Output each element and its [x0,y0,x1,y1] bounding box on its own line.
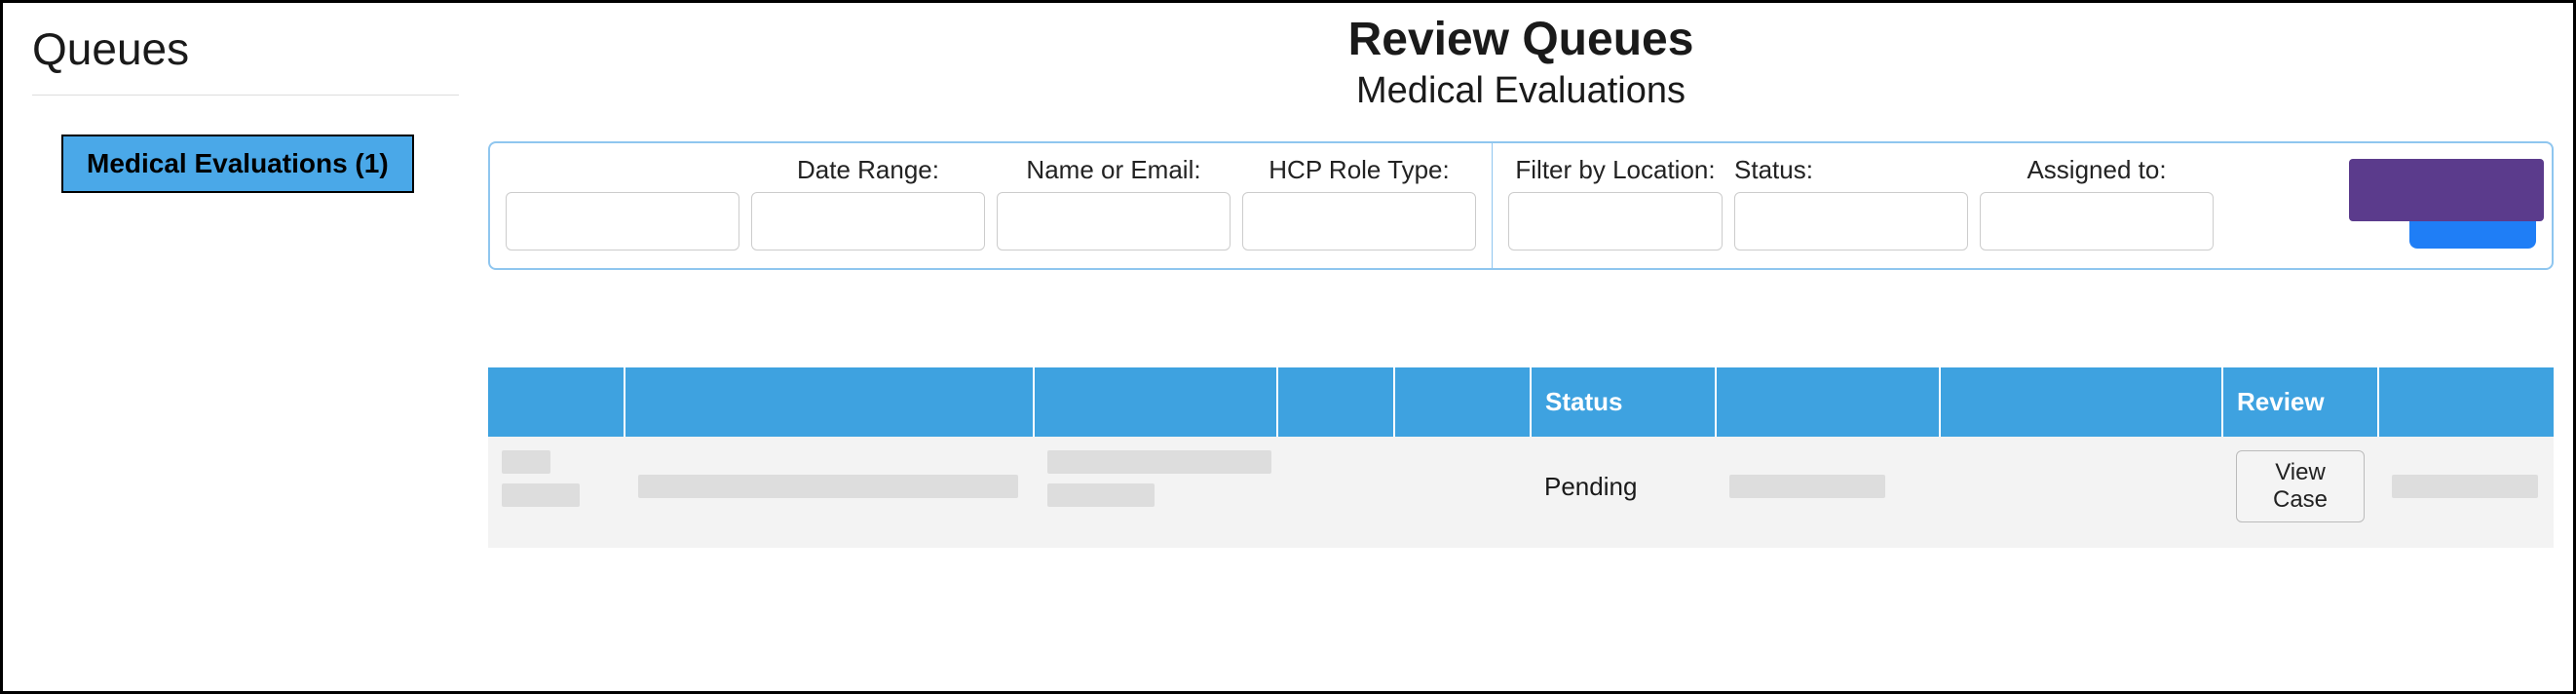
hcp-role-input[interactable] [1242,192,1476,251]
results-table-wrap: Status Review [488,367,2554,548]
status-input[interactable] [1734,192,1968,251]
th-0[interactable] [488,367,625,437]
filter-label-location: Filter by Location: [1508,155,1723,186]
filter-label-blank [506,155,739,186]
filter-label-name-email: Name or Email: [997,155,1231,186]
filter-label-status: Status: [1734,155,1968,186]
view-case-button[interactable]: View Case [2236,450,2365,522]
th-2[interactable] [1034,367,1277,437]
th-1[interactable] [625,367,1034,437]
queue-item-label: Medical Evaluations (1) [87,148,389,178]
filter-label-date-range: Date Range: [751,155,985,186]
cell-status: Pending [1531,437,1716,548]
queue-item-medical-evaluations[interactable]: Medical Evaluations (1) [61,135,414,193]
date-range-input[interactable] [751,192,985,251]
name-email-input[interactable] [997,192,1231,251]
cell-1 [625,437,1034,548]
status-value: Pending [1544,472,1637,501]
filter-separator [1492,143,1493,268]
cell-review: View Case [2222,437,2378,548]
filter-label-assigned: Assigned to: [1980,155,2214,186]
sidebar-title: Queues [32,22,459,96]
cell-2 [1034,437,1277,548]
main-content: Review Queues Medical Evaluations Date R… [488,3,2573,691]
location-input[interactable] [1508,192,1723,251]
th-3[interactable] [1277,367,1394,437]
page-title: Review Queues [488,13,2554,66]
table-row: Pending View Case [488,437,2554,548]
results-table: Status Review [488,367,2554,548]
filter-bar: Date Range: Name or Email: HCP Role Type… [488,141,2554,270]
filter-label-hcp-role: HCP Role Type: [1242,155,1476,186]
table-header-row: Status Review [488,367,2554,437]
page-subtitle: Medical Evaluations [488,70,2554,112]
sidebar: Queues Medical Evaluations (1) [3,3,488,691]
th-4[interactable] [1394,367,1531,437]
th-7[interactable] [1940,367,2222,437]
cell-3 [1277,437,1394,548]
primary-action-button[interactable] [2349,159,2544,221]
cell-0 [488,437,625,548]
assigned-input[interactable] [1980,192,2214,251]
cell-4 [1394,437,1531,548]
th-review[interactable]: Review [2222,367,2378,437]
filter-input-1[interactable] [506,192,739,251]
th-6[interactable] [1716,367,1940,437]
cell-9 [2378,437,2554,548]
th-status[interactable]: Status [1531,367,1716,437]
th-9[interactable] [2378,367,2554,437]
cell-6 [1716,437,1940,548]
cell-7 [1940,437,2222,548]
